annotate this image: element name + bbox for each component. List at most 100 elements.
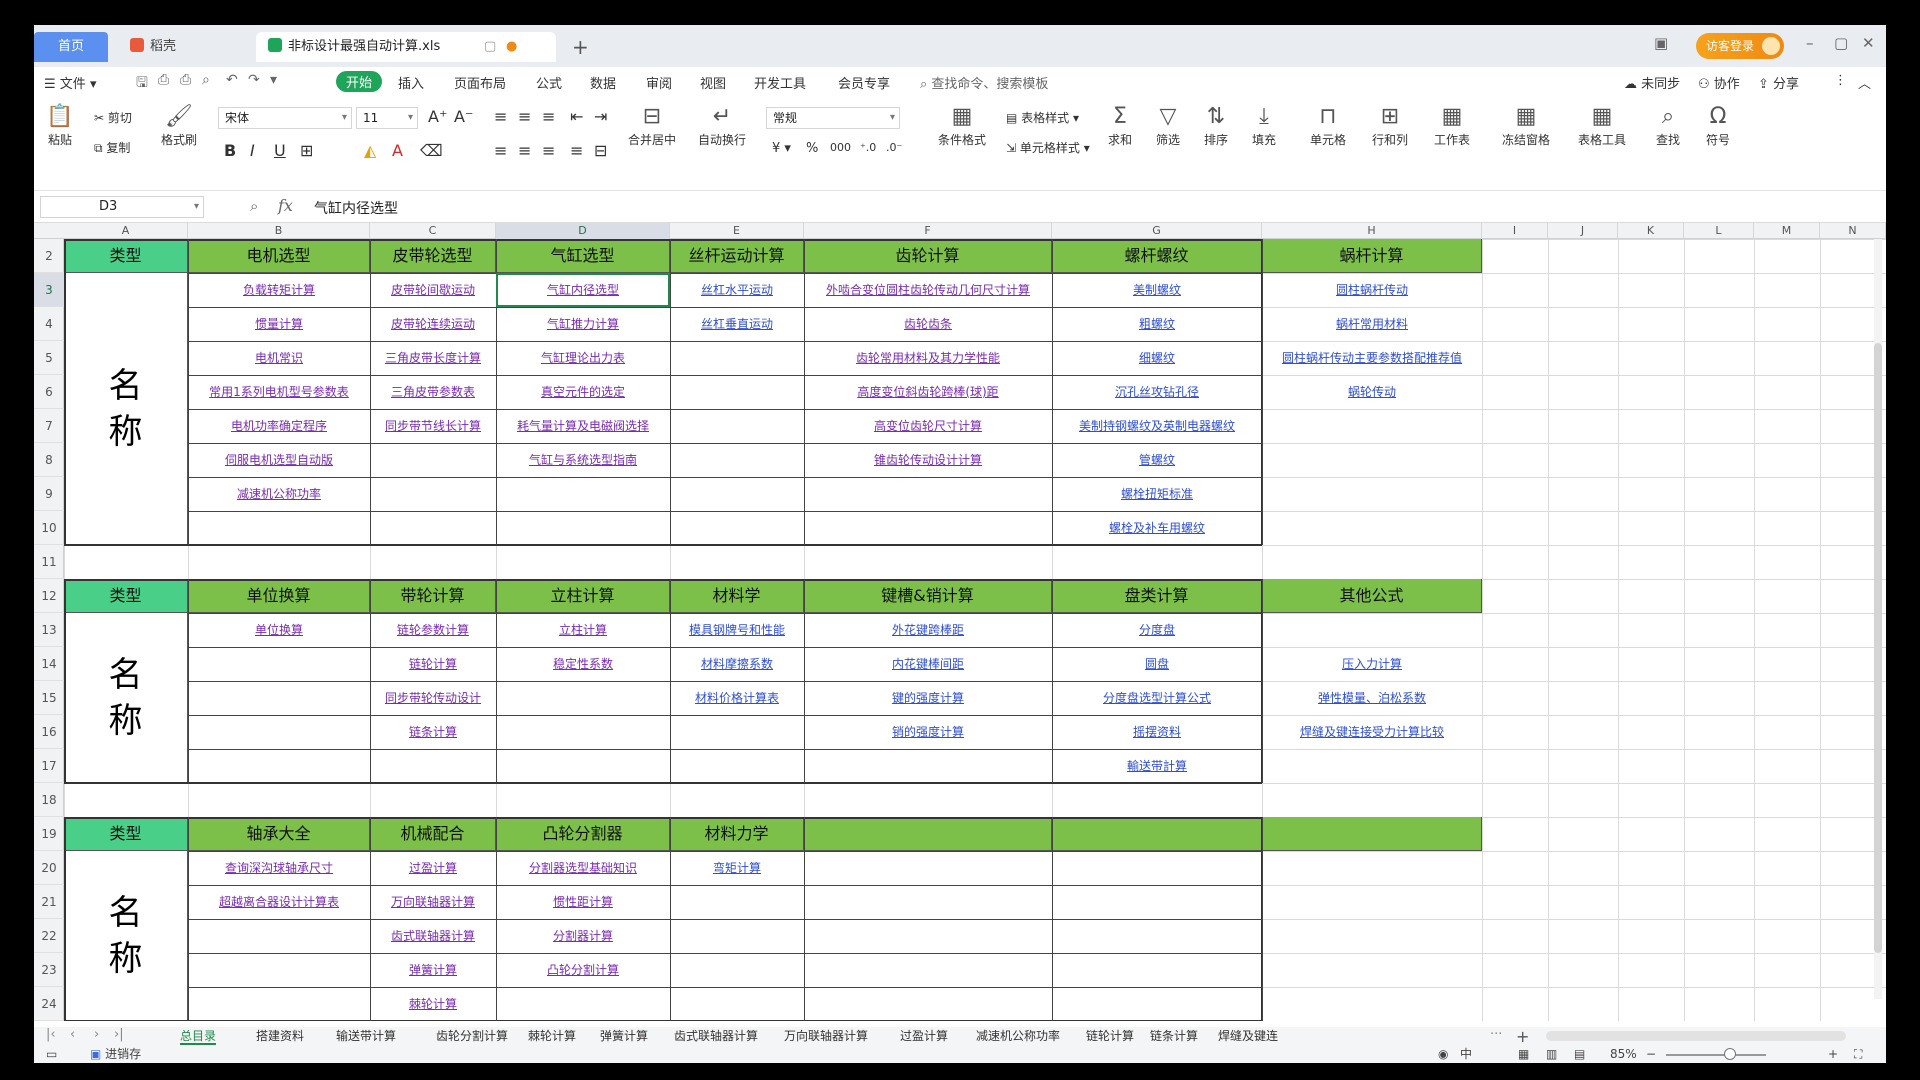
- empty-cell[interactable]: [496, 715, 670, 749]
- clear-format-icon[interactable]: ⌫: [420, 141, 443, 160]
- row-header-2[interactable]: 2: [34, 239, 64, 273]
- empty-cell[interactable]: [188, 715, 370, 749]
- font-name-select[interactable]: 宋体: [218, 107, 352, 129]
- menu-file[interactable]: ☰ 文件 ▾: [44, 73, 96, 92]
- empty-cell[interactable]: [370, 477, 496, 511]
- preview-icon[interactable]: ⌕: [202, 72, 210, 88]
- hyperlink-cell[interactable]: 超越离合器设计计算表: [188, 885, 370, 919]
- empty-cell[interactable]: [1262, 613, 1482, 647]
- empty-cell[interactable]: [1262, 749, 1482, 783]
- empty-cell[interactable]: [188, 511, 370, 545]
- sheet-tab[interactable]: 焊缝及键连: [1218, 1027, 1278, 1045]
- empty-cell[interactable]: [804, 477, 1052, 511]
- empty-cell[interactable]: [670, 953, 804, 987]
- column-header-a[interactable]: A: [64, 223, 188, 239]
- selected-cell-d3[interactable]: [496, 273, 670, 307]
- empty-cell[interactable]: [1262, 511, 1482, 545]
- empty-cell[interactable]: [1052, 851, 1262, 885]
- column-header-l[interactable]: L: [1684, 223, 1754, 239]
- hyperlink-cell[interactable]: 链轮计算: [370, 647, 496, 681]
- empty-cell[interactable]: [1052, 885, 1262, 919]
- format-painter-button[interactable]: 🖌 格式刷: [156, 103, 202, 148]
- hyperlink-cell[interactable]: 分度盘: [1052, 613, 1262, 647]
- hyperlink-cell[interactable]: 惯量计算: [188, 307, 370, 341]
- percent-icon[interactable]: %: [806, 141, 818, 156]
- hyperlink-cell[interactable]: 輸送带計算: [1052, 749, 1262, 783]
- empty-cell[interactable]: [670, 885, 804, 919]
- menu-review[interactable]: 审阅: [646, 73, 672, 92]
- menu-view[interactable]: 视图: [700, 73, 726, 92]
- column-header-f[interactable]: F: [804, 223, 1052, 239]
- empty-cell[interactable]: [804, 885, 1052, 919]
- column-header-k[interactable]: K: [1618, 223, 1684, 239]
- empty-cell[interactable]: [1262, 987, 1482, 1021]
- hyperlink-cell[interactable]: 皮带轮间歇运动: [370, 273, 496, 307]
- decimal-decrease-icon[interactable]: .0⁻: [886, 141, 902, 154]
- sheet-tab[interactable]: 万向联轴器计算: [784, 1027, 868, 1045]
- empty-cell[interactable]: [496, 681, 670, 715]
- macro-record-icon[interactable]: ▭: [46, 1045, 57, 1063]
- sheet-tab[interactable]: 过盈计算: [900, 1027, 948, 1045]
- column-header-b[interactable]: B: [188, 223, 370, 239]
- row-header-23[interactable]: 23: [34, 953, 64, 987]
- last-sheet-icon[interactable]: ›|: [114, 1027, 124, 1042]
- freeze-panes-button[interactable]: ▦ 冻结窗格: [1494, 103, 1558, 148]
- hyperlink-cell[interactable]: 齿轮常用材料及其力学性能: [804, 341, 1052, 375]
- justify-icon[interactable]: ≡: [570, 141, 583, 160]
- invoicing-button[interactable]: ▣ 进销存: [90, 1045, 141, 1063]
- wrap-text-button[interactable]: ↵ 自动换行: [694, 103, 750, 148]
- menu-data[interactable]: 数据: [590, 73, 616, 92]
- hyperlink-cell[interactable]: 蜗杆常用材料: [1262, 307, 1482, 341]
- sheet-tab[interactable]: 弹簧计算: [600, 1027, 648, 1045]
- row-col-button[interactable]: ⊞ 行和列: [1364, 103, 1416, 148]
- empty-cell[interactable]: [1052, 953, 1262, 987]
- page-break-view-icon[interactable]: ▤: [1574, 1045, 1585, 1063]
- empty-cell[interactable]: [670, 443, 804, 477]
- hyperlink-cell[interactable]: 立柱计算: [496, 613, 670, 647]
- undo-icon[interactable]: ↶: [226, 72, 238, 88]
- tab-close-icon[interactable]: ▢: [484, 32, 496, 62]
- empty-cell[interactable]: [670, 511, 804, 545]
- hyperlink-cell[interactable]: 细螺纹: [1052, 341, 1262, 375]
- empty-cell[interactable]: [1262, 953, 1482, 987]
- hyperlink-cell[interactable]: 万向联轴器计算: [370, 885, 496, 919]
- add-sheet-icon[interactable]: +: [1516, 1027, 1529, 1046]
- vertical-scroll-thumb[interactable]: [1874, 343, 1882, 953]
- filter-button[interactable]: ▽ 筛选: [1148, 103, 1188, 148]
- hyperlink-cell[interactable]: 棘轮计算: [370, 987, 496, 1021]
- row-header-9[interactable]: 9: [34, 477, 64, 511]
- empty-cell[interactable]: [188, 749, 370, 783]
- hyperlink-cell[interactable]: 美制持钢螺纹及英制电器螺纹: [1052, 409, 1262, 443]
- cell-style-button[interactable]: ⇲ 单元格样式 ▾: [1006, 139, 1090, 156]
- empty-cell[interactable]: [670, 477, 804, 511]
- column-header-j[interactable]: J: [1548, 223, 1618, 239]
- fill-button[interactable]: ⤓ 填充: [1244, 103, 1284, 148]
- horizontal-scrollbar[interactable]: [1546, 1031, 1846, 1041]
- hyperlink-cell[interactable]: 减速机公称功率: [188, 477, 370, 511]
- print-icon[interactable]: ⎙: [180, 72, 191, 88]
- conditional-format-button[interactable]: ▦ 条件格式: [930, 103, 994, 148]
- fullscreen-icon[interactable]: ⛶: [1854, 1045, 1862, 1063]
- empty-cell[interactable]: [188, 953, 370, 987]
- command-search[interactable]: ⌕ 查找命令、搜索模板: [920, 73, 1048, 92]
- hyperlink-cell[interactable]: 圆柱蜗杆传动主要参数搭配推荐值: [1262, 341, 1482, 375]
- hyperlink-cell[interactable]: 查询深沟球轴承尺寸: [188, 851, 370, 885]
- fx-icon[interactable]: fx: [278, 196, 293, 215]
- hyperlink-cell[interactable]: 分割器选型基础知识: [496, 851, 670, 885]
- decimal-increase-icon[interactable]: ⁺.0: [860, 141, 876, 154]
- empty-cell[interactable]: [670, 409, 804, 443]
- hyperlink-cell[interactable]: 伺服电机选型自动版: [188, 443, 370, 477]
- normal-view-icon[interactable]: ▦: [1518, 1045, 1529, 1063]
- new-tab-icon[interactable]: +: [572, 35, 589, 59]
- save-icon[interactable]: 🖫: [136, 72, 148, 96]
- empty-cell[interactable]: [1262, 443, 1482, 477]
- zoom-level[interactable]: 85%: [1610, 1045, 1637, 1063]
- column-header-i[interactable]: I: [1482, 223, 1548, 239]
- hyperlink-cell[interactable]: 外啮合变位圆柱齿轮传动几何尺寸计算: [804, 273, 1052, 307]
- hyperlink-cell[interactable]: 链轮参数计算: [370, 613, 496, 647]
- zoom-slider-track[interactable]: [1666, 1054, 1766, 1056]
- hyperlink-cell[interactable]: 蜗轮传动: [1262, 375, 1482, 409]
- column-header-c[interactable]: C: [370, 223, 496, 239]
- row-header-12[interactable]: 12: [34, 579, 64, 613]
- empty-cell[interactable]: [1052, 987, 1262, 1021]
